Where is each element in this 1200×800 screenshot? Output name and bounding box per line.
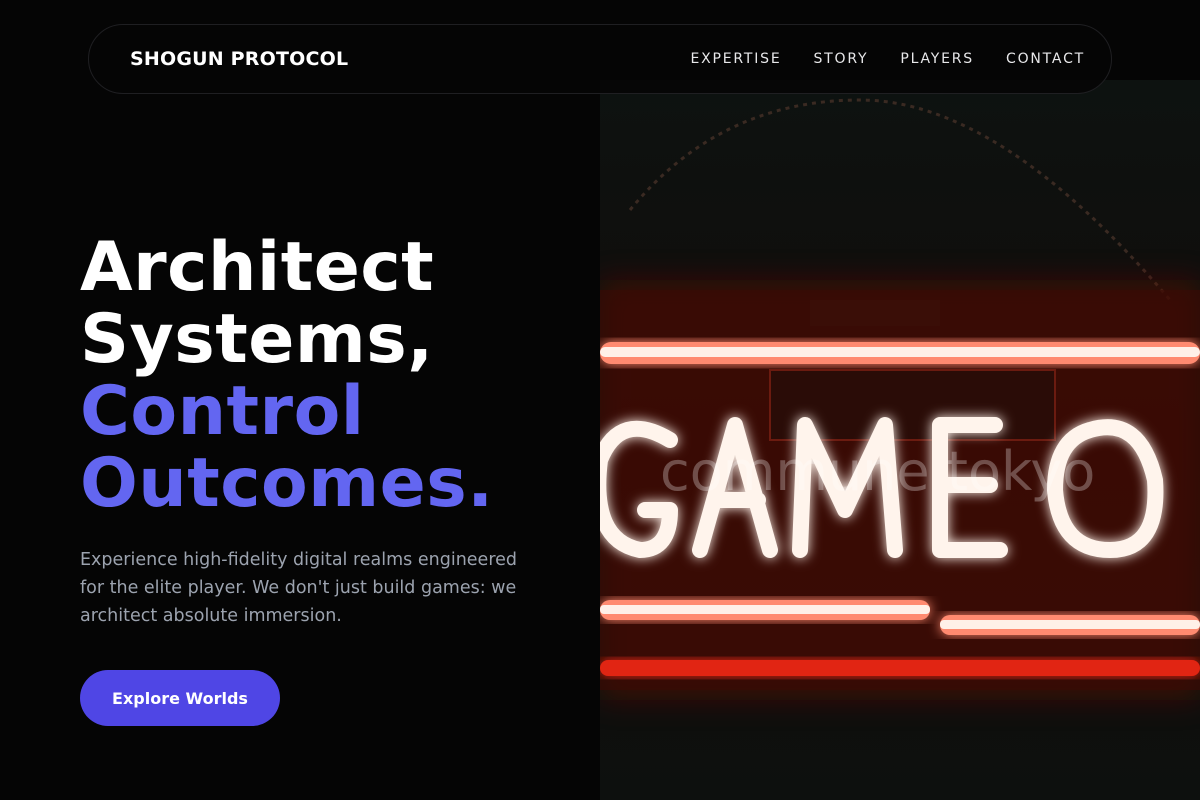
nav-link-players[interactable]: PLAYERS	[900, 51, 974, 67]
headline-line-4: Outcomes.	[80, 444, 494, 523]
watermark-text: commune tokyo	[660, 440, 1095, 503]
nav-link-contact[interactable]: CONTACT	[1006, 51, 1085, 67]
headline-line-1: Architect	[80, 228, 435, 307]
hero-image-neon-sign: commune tokyo	[600, 80, 1200, 800]
hero-subtext: Experience high-fidelity digital realms …	[80, 550, 518, 626]
nav-link-expertise[interactable]: EXPERTISE	[690, 51, 781, 67]
explore-worlds-button[interactable]: Explore Worlds	[80, 670, 280, 726]
nav-links: EXPERTISE STORY PLAYERS CONTACT	[658, 51, 1085, 67]
brand-logo[interactable]: SHOGUN PROTOCOL	[130, 48, 348, 70]
hero-headline: Architect Systems, Control Outcomes.	[80, 232, 590, 520]
headline-line-3: Control	[80, 372, 365, 451]
nav-link-story[interactable]: STORY	[813, 51, 868, 67]
neon-sign-illustration: commune tokyo	[600, 80, 1200, 800]
top-nav: SHOGUN PROTOCOL EXPERTISE STORY PLAYERS …	[88, 24, 1112, 94]
headline-line-2: Systems,	[80, 300, 434, 379]
